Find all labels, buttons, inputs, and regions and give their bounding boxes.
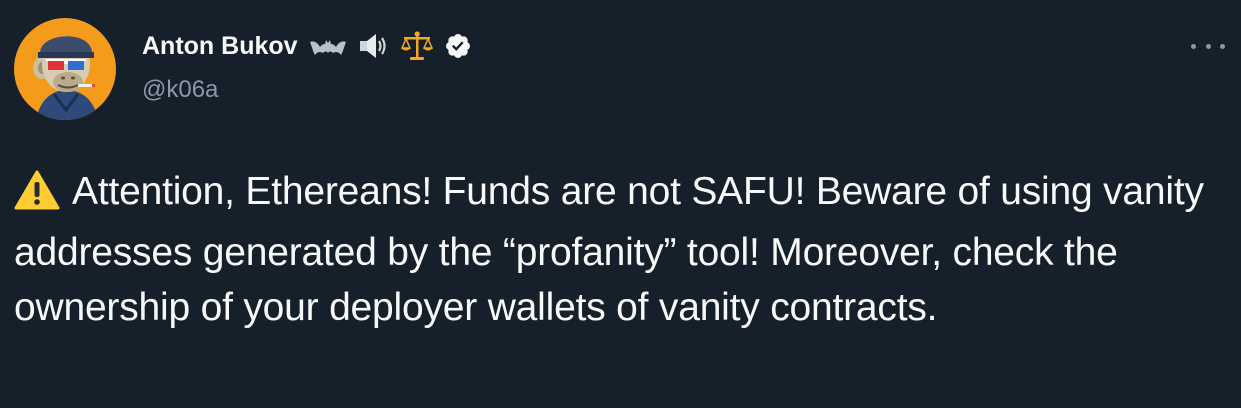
bat-icon [308, 34, 348, 58]
bored-ape-avatar-icon [14, 18, 116, 120]
scales-icon [400, 30, 434, 62]
tweet-text: Attention, Ethereans! Funds are not SAFU… [14, 164, 1224, 335]
author-display-name[interactable]: Anton Bukov [142, 32, 298, 61]
tweet-body-text: Attention, Ethereans! Funds are not SAFU… [14, 170, 1204, 329]
author-name-row[interactable]: Anton Bukov [142, 28, 472, 64]
warning-icon [14, 170, 60, 225]
more-dot [1205, 43, 1211, 49]
tweet-card[interactable]: Anton Bukov @k06a Attention, Ethereans! … [0, 0, 1241, 408]
avatar[interactable] [14, 18, 116, 120]
author-handle[interactable]: @k06a [142, 76, 218, 104]
more-options-icon[interactable] [1191, 38, 1225, 54]
more-dot [1191, 43, 1196, 49]
verified-badge-icon[interactable] [444, 32, 472, 60]
speaker-icon [358, 31, 390, 61]
more-dot [1220, 43, 1225, 49]
